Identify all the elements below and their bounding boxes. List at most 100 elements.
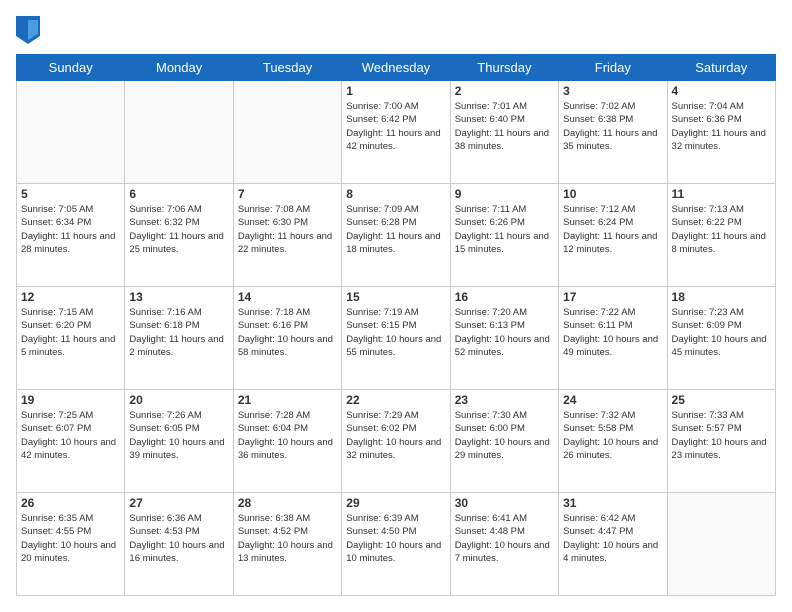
empty-cell [667,493,775,596]
day-info-30: Sunrise: 6:41 AM Sunset: 4:48 PM Dayligh… [455,512,554,565]
day-number-22: 22 [346,393,445,407]
day-number-28: 28 [238,496,337,510]
day-info-3: Sunrise: 7:02 AM Sunset: 6:38 PM Dayligh… [563,100,662,153]
day-number-1: 1 [346,84,445,98]
day-number-13: 13 [129,290,228,304]
day-number-20: 20 [129,393,228,407]
day-info-7: Sunrise: 7:08 AM Sunset: 6:30 PM Dayligh… [238,203,337,256]
day-info-2: Sunrise: 7:01 AM Sunset: 6:40 PM Dayligh… [455,100,554,153]
day-cell-8: 8 Sunrise: 7:09 AM Sunset: 6:28 PM Daylig… [342,184,450,287]
logo [16,16,44,44]
week-row-3: 12 Sunrise: 7:15 AM Sunset: 6:20 PM Dayli… [17,287,776,390]
day-number-26: 26 [21,496,120,510]
day-number-25: 25 [672,393,771,407]
weekday-header-tuesday: Tuesday [233,55,341,81]
weekday-header-thursday: Thursday [450,55,558,81]
day-cell-26: 26Sunrise: 6:35 AM Sunset: 4:55 PM Dayli… [17,493,125,596]
day-info-31: Sunrise: 6:42 AM Sunset: 4:47 PM Dayligh… [563,512,662,565]
day-number-24: 24 [563,393,662,407]
week-row-5: 26Sunrise: 6:35 AM Sunset: 4:55 PM Dayli… [17,493,776,596]
day-number-19: 19 [21,393,120,407]
day-info-18: Sunrise: 7:23 AM Sunset: 6:09 PM Dayligh… [672,306,771,359]
day-number-18: 18 [672,290,771,304]
day-info-11: Sunrise: 7:13 AM Sunset: 6:22 PM Dayligh… [672,203,771,256]
day-number-31: 31 [563,496,662,510]
calendar-table: SundayMondayTuesdayWednesdayThursdayFrid… [16,54,776,596]
day-number-10: 10 [563,187,662,201]
day-cell-17: 17 Sunrise: 7:22 AM Sunset: 6:11 PM Dayli… [559,287,667,390]
day-info-28: Sunrise: 6:38 AM Sunset: 4:52 PM Dayligh… [238,512,337,565]
day-info-25: Sunrise: 7:33 AM Sunset: 5:57 PM Dayligh… [672,409,771,462]
day-cell-20: 20 Sunrise: 7:26 AM Sunset: 6:05 PM Dayli… [125,390,233,493]
day-number-5: 5 [21,187,120,201]
day-info-19: Sunrise: 7:25 AM Sunset: 6:07 PM Dayligh… [21,409,120,462]
logo-icon [16,16,40,44]
week-row-2: 5 Sunrise: 7:05 AM Sunset: 6:34 PM Daylig… [17,184,776,287]
day-info-9: Sunrise: 7:11 AM Sunset: 6:26 PM Dayligh… [455,203,554,256]
day-number-9: 9 [455,187,554,201]
day-cell-24: 24 Sunrise: 7:32 AM Sunset: 5:58 PM Dayli… [559,390,667,493]
empty-cell [17,81,125,184]
day-info-6: Sunrise: 7:06 AM Sunset: 6:32 PM Dayligh… [129,203,228,256]
day-number-17: 17 [563,290,662,304]
day-cell-11: 11 Sunrise: 7:13 AM Sunset: 6:22 PM Dayli… [667,184,775,287]
day-number-29: 29 [346,496,445,510]
day-info-17: Sunrise: 7:22 AM Sunset: 6:11 PM Dayligh… [563,306,662,359]
day-info-4: Sunrise: 7:04 AM Sunset: 6:36 PM Dayligh… [672,100,771,153]
day-cell-19: 19 Sunrise: 7:25 AM Sunset: 6:07 PM Dayli… [17,390,125,493]
day-cell-2: 2 Sunrise: 7:01 AM Sunset: 6:40 PM Daylig… [450,81,558,184]
header [16,16,776,44]
weekday-header-friday: Friday [559,55,667,81]
day-cell-9: 9 Sunrise: 7:11 AM Sunset: 6:26 PM Daylig… [450,184,558,287]
day-cell-5: 5 Sunrise: 7:05 AM Sunset: 6:34 PM Daylig… [17,184,125,287]
day-info-15: Sunrise: 7:19 AM Sunset: 6:15 PM Dayligh… [346,306,445,359]
day-number-14: 14 [238,290,337,304]
day-cell-30: 30Sunrise: 6:41 AM Sunset: 4:48 PM Dayli… [450,493,558,596]
day-cell-13: 13Sunrise: 7:16 AM Sunset: 6:18 PM Dayli… [125,287,233,390]
day-info-12: Sunrise: 7:15 AM Sunset: 6:20 PM Dayligh… [21,306,120,359]
day-cell-18: 18 Sunrise: 7:23 AM Sunset: 6:09 PM Dayli… [667,287,775,390]
day-cell-3: 3 Sunrise: 7:02 AM Sunset: 6:38 PM Daylig… [559,81,667,184]
day-info-5: Sunrise: 7:05 AM Sunset: 6:34 PM Dayligh… [21,203,120,256]
day-number-6: 6 [129,187,228,201]
weekday-header-wednesday: Wednesday [342,55,450,81]
empty-cell [233,81,341,184]
day-cell-27: 27 Sunrise: 6:36 AM Sunset: 4:53 PM Dayli… [125,493,233,596]
day-number-23: 23 [455,393,554,407]
day-number-12: 12 [21,290,120,304]
day-info-23: Sunrise: 7:30 AM Sunset: 6:00 PM Dayligh… [455,409,554,462]
day-cell-16: 16Sunrise: 7:20 AM Sunset: 6:13 PM Dayli… [450,287,558,390]
day-info-29: Sunrise: 6:39 AM Sunset: 4:50 PM Dayligh… [346,512,445,565]
week-row-1: 1Sunrise: 7:00 AM Sunset: 6:42 PM Daylig… [17,81,776,184]
day-cell-25: 25 Sunrise: 7:33 AM Sunset: 5:57 PM Dayli… [667,390,775,493]
day-cell-14: 14 Sunrise: 7:18 AM Sunset: 6:16 PM Dayli… [233,287,341,390]
day-cell-29: 29 Sunrise: 6:39 AM Sunset: 4:50 PM Dayli… [342,493,450,596]
day-number-8: 8 [346,187,445,201]
day-number-11: 11 [672,187,771,201]
day-info-20: Sunrise: 7:26 AM Sunset: 6:05 PM Dayligh… [129,409,228,462]
day-number-3: 3 [563,84,662,98]
day-info-24: Sunrise: 7:32 AM Sunset: 5:58 PM Dayligh… [563,409,662,462]
day-info-21: Sunrise: 7:28 AM Sunset: 6:04 PM Dayligh… [238,409,337,462]
day-info-22: Sunrise: 7:29 AM Sunset: 6:02 PM Dayligh… [346,409,445,462]
weekday-header-sunday: Sunday [17,55,125,81]
day-cell-1: 1Sunrise: 7:00 AM Sunset: 6:42 PM Daylig… [342,81,450,184]
weekday-header-saturday: Saturday [667,55,775,81]
day-cell-12: 12 Sunrise: 7:15 AM Sunset: 6:20 PM Dayli… [17,287,125,390]
weekday-header-row: SundayMondayTuesdayWednesdayThursdayFrid… [17,55,776,81]
day-info-14: Sunrise: 7:18 AM Sunset: 6:16 PM Dayligh… [238,306,337,359]
day-cell-23: 23 Sunrise: 7:30 AM Sunset: 6:00 PM Dayli… [450,390,558,493]
day-cell-28: 28 Sunrise: 6:38 AM Sunset: 4:52 PM Dayli… [233,493,341,596]
day-number-7: 7 [238,187,337,201]
weekday-header-monday: Monday [125,55,233,81]
day-cell-7: 7 Sunrise: 7:08 AM Sunset: 6:30 PM Daylig… [233,184,341,287]
day-number-27: 27 [129,496,228,510]
week-row-4: 19 Sunrise: 7:25 AM Sunset: 6:07 PM Dayli… [17,390,776,493]
day-info-27: Sunrise: 6:36 AM Sunset: 4:53 PM Dayligh… [129,512,228,565]
day-info-8: Sunrise: 7:09 AM Sunset: 6:28 PM Dayligh… [346,203,445,256]
day-info-16: Sunrise: 7:20 AM Sunset: 6:13 PM Dayligh… [455,306,554,359]
day-number-2: 2 [455,84,554,98]
day-info-10: Sunrise: 7:12 AM Sunset: 6:24 PM Dayligh… [563,203,662,256]
day-number-4: 4 [672,84,771,98]
day-cell-6: 6 Sunrise: 7:06 AM Sunset: 6:32 PM Daylig… [125,184,233,287]
